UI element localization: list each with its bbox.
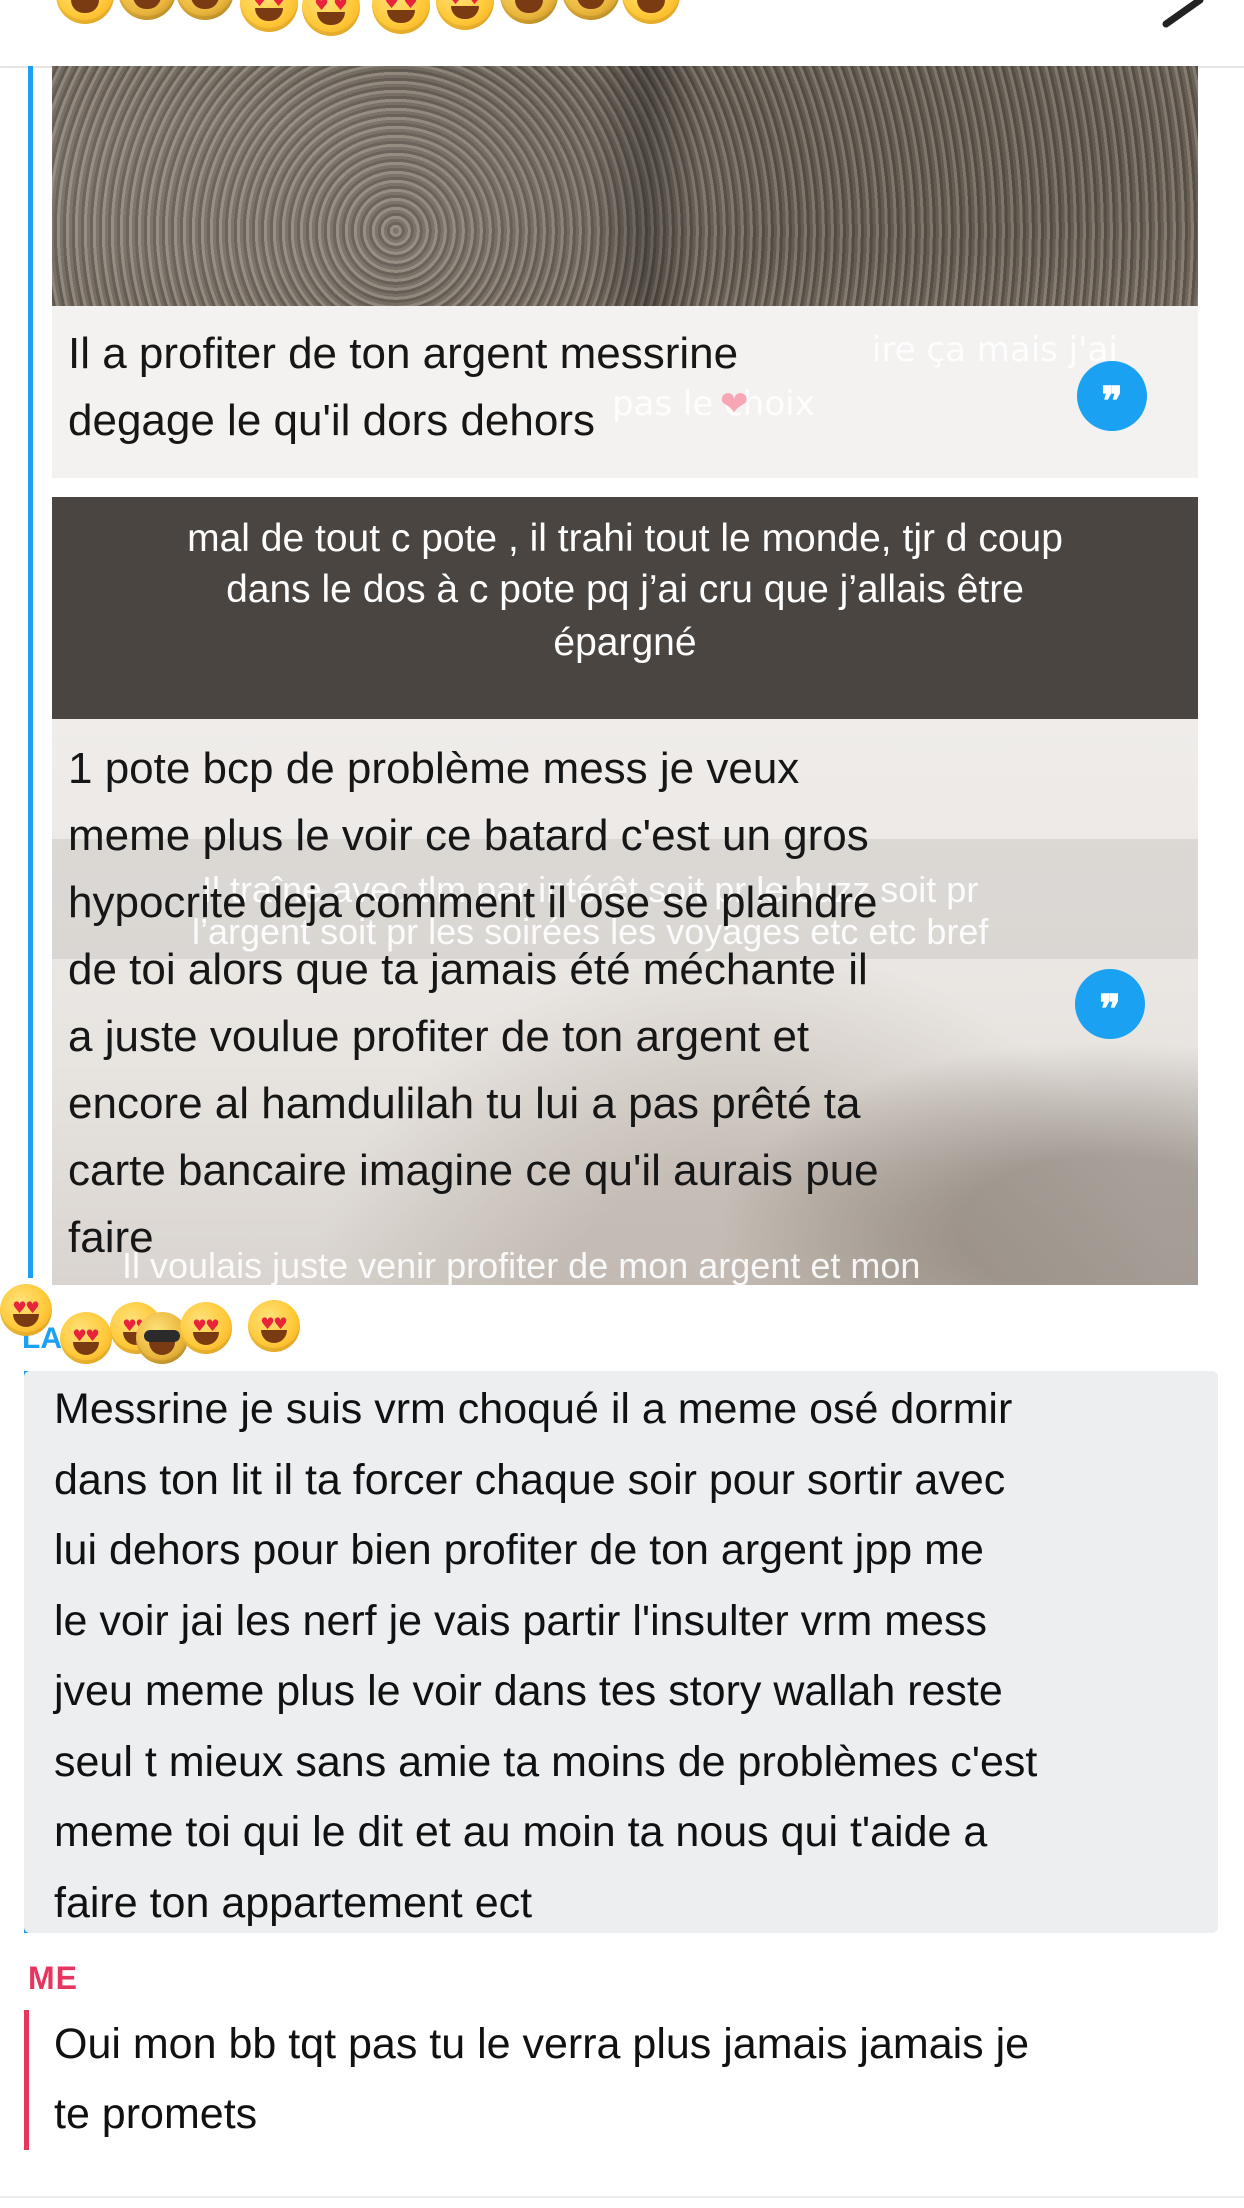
cool-emoji-icon: [176, 0, 234, 20]
quote-icon[interactable]: ❞: [1075, 969, 1145, 1039]
snap-caption-line: mal de tout c pote , il trahi tout le mo…: [187, 517, 1063, 560]
cool-emoji-icon: [118, 0, 176, 20]
heart-eyes-emoji-icon: ♥♥: [372, 0, 430, 34]
friend-message-text: Messrine je suis vrm choqué il a meme os…: [54, 1374, 1214, 1938]
broken-heart-icon: ❤: [720, 384, 749, 424]
heart-eyes-emoji-icon: ♥♥: [180, 1302, 232, 1354]
friend-thread-stripe: [28, 66, 33, 1278]
message-line: le voir jai les nerf je vais partir l'in…: [54, 1596, 987, 1645]
heart-eyes-emoji-icon: ♥♥: [240, 0, 298, 32]
heart-eyes-emoji-icon: ♥♥: [56, 0, 114, 24]
quoted-reply-2-line: faire: [68, 1213, 154, 1262]
quoted-reply-2-line: hypocrite deja comment il ose se plaindr…: [68, 878, 878, 927]
cool-emoji-icon: [562, 0, 620, 20]
quoted-reply-2-line: encore al hamdulilah tu lui a pas prêté …: [68, 1079, 861, 1128]
top-bar: ♥♥ ♥♥ ♥♥ ♥♥ ♥♥ ♥♥: [0, 0, 1244, 68]
quoted-reply-2-line: a juste voulue profiter de ton argent et: [68, 1012, 810, 1061]
heart-eyes-emoji-icon: ♥♥: [60, 1312, 112, 1364]
ghost-caption: ire ça mais j'ai: [872, 330, 1118, 370]
message-line: faire ton appartement ect: [54, 1878, 533, 1927]
cool-emoji-icon: [500, 0, 558, 24]
message-line: lui dehors pour bien profiter de ton arg…: [54, 1526, 984, 1574]
snap-caption-line: dans le dos à c pote pq j’ai cru que j’a…: [226, 568, 1024, 611]
chevron-icon[interactable]: [1154, 0, 1214, 28]
message-line: seul t mieux sans amie ta moins de probl…: [54, 1737, 1038, 1786]
message-line: meme toi qui le dit et au moin ta nous q…: [54, 1808, 988, 1856]
quoted-reply-1-line: Il a profiter de ton argent messrine: [68, 329, 739, 378]
quoted-reply-2-line: meme plus le voir ce batard c'est un gro…: [68, 811, 869, 860]
quoted-reply-2-line: de toi alors que ta jamais été méchante …: [68, 945, 868, 994]
quoted-reply-2-line: 1 pote bcp de problème mess je veux: [68, 744, 800, 793]
ghost-caption: pas le choix: [612, 384, 815, 424]
me-sender-label: ME: [28, 1960, 78, 1996]
message-line: jveu meme plus le voir dans tes story wa…: [54, 1667, 1003, 1715]
my-message-text[interactable]: Oui mon bb tqt pas tu le verra plus jama…: [54, 2009, 1214, 2149]
heart-eyes-emoji-icon: ♥♥: [0, 1284, 52, 1336]
heart-eyes-emoji-icon: ♥♥: [436, 0, 494, 30]
quoted-reply-2-line: carte bancaire imagine ce qu'il aurais p…: [68, 1146, 879, 1195]
message-line: Messrine je suis vrm choqué il a meme os…: [54, 1385, 1013, 1433]
quoted-reply-1-line: degage le qu'il dors dehors: [68, 396, 595, 445]
message-line: Oui mon bb tqt pas tu le verra plus jama…: [54, 2020, 1030, 2068]
divider: [0, 2196, 1244, 2198]
heart-eyes-emoji-icon: ♥♥: [302, 0, 360, 36]
me-message-stripe: [24, 2010, 29, 2150]
snap-caption-line: épargné: [553, 621, 697, 664]
message-line: dans ton lit il ta forcer chaque soir po…: [54, 1455, 1006, 1504]
heart-eyes-emoji-icon: ♥♥: [622, 0, 680, 24]
snap-photo-2[interactable]: mal de tout c pote , il trahi tout le mo…: [52, 497, 1198, 719]
ghost-caption: Il voulais juste venir profiter de mon a…: [122, 1245, 921, 1285]
heart-eyes-emoji-icon: ♥♥: [248, 1300, 300, 1352]
message-line: te promets: [54, 2090, 258, 2138]
quote-icon[interactable]: ❞: [1077, 361, 1147, 431]
reaction-row[interactable]: ♥♥ ♥♥ ♥♥ ♥♥ ♥♥: [0, 1280, 320, 1370]
